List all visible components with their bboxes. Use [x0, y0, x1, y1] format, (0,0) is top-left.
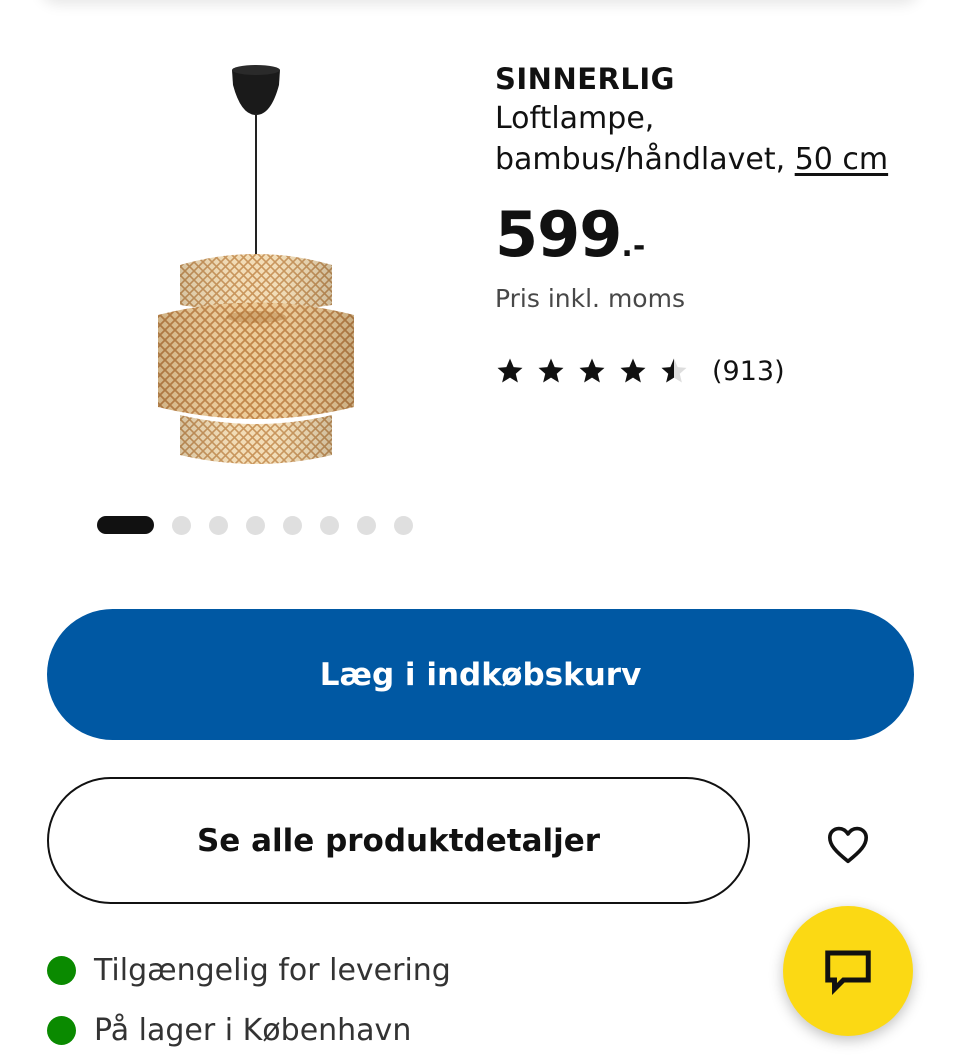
product-page: SINNERLIG Loftlampe, bambus/håndlavet, 5…: [0, 0, 960, 1059]
carousel-dot[interactable]: [357, 515, 376, 535]
rating[interactable]: (913): [495, 351, 935, 391]
size-link[interactable]: 50 cm: [795, 142, 888, 177]
availability-delivery: Tilgængelig for levering: [47, 940, 451, 1000]
star-icon: [620, 358, 646, 383]
heart-icon: [827, 826, 868, 864]
star-icon: [579, 358, 605, 383]
bamboo-pendant-lamp-image: [158, 65, 354, 464]
carousel-dot[interactable]: [209, 515, 228, 535]
carousel-dot[interactable]: [320, 515, 339, 535]
carousel-dot[interactable]: [172, 515, 191, 535]
carousel-dot[interactable]: [283, 515, 302, 535]
add-to-cart-button[interactable]: Læg i indkøbskurv: [47, 609, 914, 740]
availability-text: På lager i København: [94, 1012, 412, 1048]
product-description-line1: Loftlampe,: [495, 101, 655, 136]
status-dot-green: [47, 1015, 76, 1045]
availability-text: Tilgængelig for levering: [94, 952, 451, 988]
image-carousel-indicator: [97, 515, 431, 535]
chat-icon: [825, 950, 871, 995]
star-icon: [497, 358, 523, 383]
product-details-button[interactable]: Se alle produktdetaljer: [47, 777, 750, 904]
product-image[interactable]: [140, 55, 470, 485]
price-suffix: .-: [621, 229, 646, 264]
star-rating: [495, 356, 700, 386]
half-star-icon: [661, 358, 687, 383]
star-icon: [538, 358, 564, 383]
product-description: Loftlampe, bambus/håndlavet, 50 cm: [495, 98, 935, 180]
product-info: SINNERLIG Loftlampe, bambus/håndlavet, 5…: [495, 60, 935, 391]
product-description-line2: bambus/håndlavet, 50 cm: [495, 139, 935, 180]
price: 599 .-: [495, 200, 935, 270]
product-material: bambus/håndlavet,: [495, 142, 786, 177]
price-value: 599: [495, 198, 622, 271]
availability-store[interactable]: På lager i København: [47, 1000, 451, 1059]
favourite-button[interactable]: [816, 812, 880, 876]
carousel-dot[interactable]: [394, 515, 413, 535]
availability-list: Tilgængelig for levering På lager i Købe…: [47, 940, 451, 1059]
product-name: SINNERLIG: [495, 62, 675, 96]
carousel-dot-active[interactable]: [97, 516, 154, 534]
carousel-dot[interactable]: [246, 515, 265, 535]
status-dot-green: [47, 955, 76, 985]
chat-button[interactable]: [783, 906, 913, 1036]
review-count: (913): [712, 355, 785, 387]
price-note: Pris inkl. moms: [495, 284, 685, 313]
